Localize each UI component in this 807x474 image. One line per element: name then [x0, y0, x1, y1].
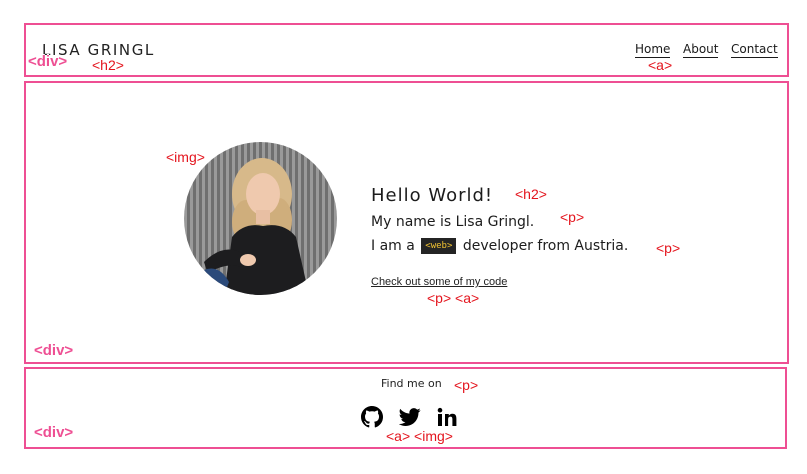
role-suffix: developer from Austria. — [462, 238, 629, 254]
annotation-h2-greeting: <h2> — [515, 186, 547, 202]
greeting-heading: Hello World! — [371, 185, 494, 206]
code-link[interactable]: Check out some of my code — [371, 276, 507, 288]
intro-text: My name is Lisa Gringl. — [371, 214, 535, 230]
annotation-div-main: <div> — [34, 342, 74, 359]
profile-photo — [184, 142, 337, 295]
role-prefix: I am a — [371, 238, 415, 254]
annotation-p-findme: <p> — [454, 377, 479, 393]
annotation-p-role: <p> — [656, 240, 681, 256]
nav-contact-link[interactable]: Contact — [731, 42, 778, 58]
annotation-div-footer: <div> — [34, 424, 74, 441]
annotation-div-header: <div> — [28, 53, 68, 70]
annotation-p-intro: <p> — [560, 209, 585, 225]
nav-home-link[interactable]: Home — [635, 42, 671, 58]
find-me-text: Find me on — [381, 377, 442, 390]
github-icon[interactable] — [361, 406, 383, 432]
nav-about-link[interactable]: About — [683, 42, 719, 58]
twitter-icon-graphic — [398, 408, 421, 426]
linkedin-icon-graphic — [437, 407, 457, 426]
annotation-img: <img> — [166, 149, 205, 165]
annotation-a-img-social: <a> <img> — [386, 428, 453, 444]
annotation-a-nav: <a> — [648, 57, 673, 73]
github-icon-graphic — [361, 406, 383, 428]
annotation-p-a-code: <p> <a> — [427, 290, 480, 306]
role-text: I am a <web> developer from Austria. — [371, 238, 628, 254]
web-badge: <web> — [421, 238, 457, 254]
profile-photo-graphic — [184, 142, 337, 295]
annotation-h2-brand: <h2> — [92, 57, 124, 73]
